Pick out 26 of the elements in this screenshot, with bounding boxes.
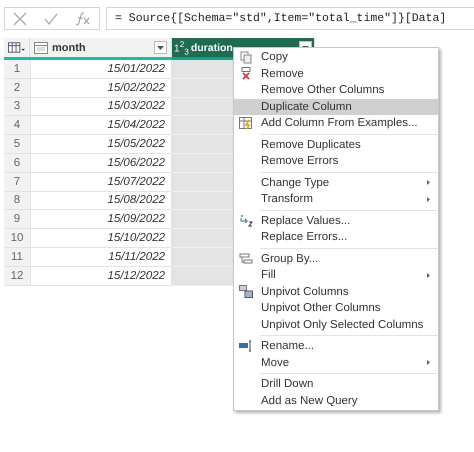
table-cell: 15/11/2022	[30, 248, 172, 267]
table-cell: 15/10/2022	[30, 229, 172, 248]
row-number: 12	[4, 266, 30, 286]
table-cell: 15/04/2022	[30, 116, 172, 136]
row-number: 3	[4, 98, 30, 116]
table-cell: 15/06/2022	[30, 154, 172, 173]
table-cell: 15/09/2022	[30, 210, 172, 230]
row-number: 7	[4, 172, 30, 192]
row-number: 9	[4, 210, 30, 230]
row-number: 8	[4, 192, 30, 210]
table-cell: 15/01/2022	[30, 60, 172, 79]
table-cell: 15/02/2022	[30, 78, 172, 98]
row-number: 11	[4, 248, 30, 267]
table-cell: 15/03/2022	[30, 98, 172, 116]
table-cell: 15/12/2022	[30, 266, 172, 286]
table-cell: 15/07/2022	[30, 172, 172, 192]
row-number: 1	[4, 60, 30, 79]
row-number: 4	[4, 116, 30, 136]
row-number: 10	[4, 229, 30, 248]
table-cell: 15/08/2022	[30, 192, 172, 210]
row-number: 6	[4, 154, 30, 173]
column-name: month	[52, 42, 86, 54]
column-name: duration	[190, 42, 233, 54]
row-number: 2	[4, 78, 30, 98]
row-number: 5	[4, 135, 30, 154]
table-cell: 15/05/2022	[30, 135, 172, 154]
